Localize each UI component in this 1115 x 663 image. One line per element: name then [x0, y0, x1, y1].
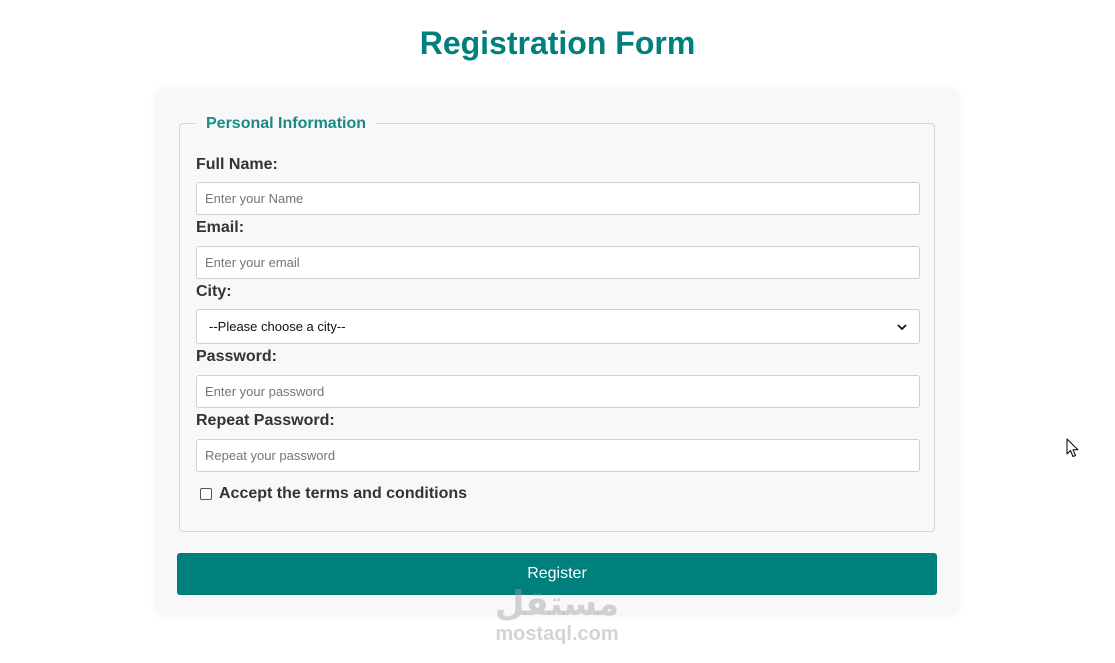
password-input[interactable] — [196, 375, 920, 408]
personal-information-fieldset: Personal Information Full Name: Email: C… — [179, 114, 935, 532]
password-label: Password: — [196, 348, 277, 365]
mouse-pointer-icon — [1066, 438, 1079, 457]
registration-page: Registration Form Personal Information F… — [0, 0, 1115, 663]
chevron-down-icon — [897, 323, 907, 330]
terms-row: Accept the terms and conditions — [200, 484, 467, 504]
full-name-input[interactable] — [196, 182, 920, 215]
city-select-value: --Please choose a city-- — [209, 319, 346, 334]
watermark-latin: mostaql.com — [495, 623, 619, 645]
email-label: Email: — [196, 219, 245, 236]
terms-checkbox[interactable] — [200, 488, 212, 500]
fieldset-legend: Personal Information — [196, 114, 377, 134]
email-input[interactable] — [196, 246, 920, 279]
terms-label[interactable]: Accept the terms and conditions — [219, 484, 467, 504]
repeat-password-input[interactable] — [196, 439, 920, 472]
register-button[interactable]: Register — [177, 553, 937, 595]
city-select[interactable]: --Please choose a city-- — [196, 309, 920, 344]
registration-card: Personal Information Full Name: Email: C… — [157, 90, 957, 614]
page-title: Registration Form — [419, 25, 696, 61]
full-name-label: Full Name: — [196, 156, 278, 173]
city-label: City: — [196, 283, 232, 300]
repeat-password-label: Repeat Password: — [196, 412, 335, 429]
